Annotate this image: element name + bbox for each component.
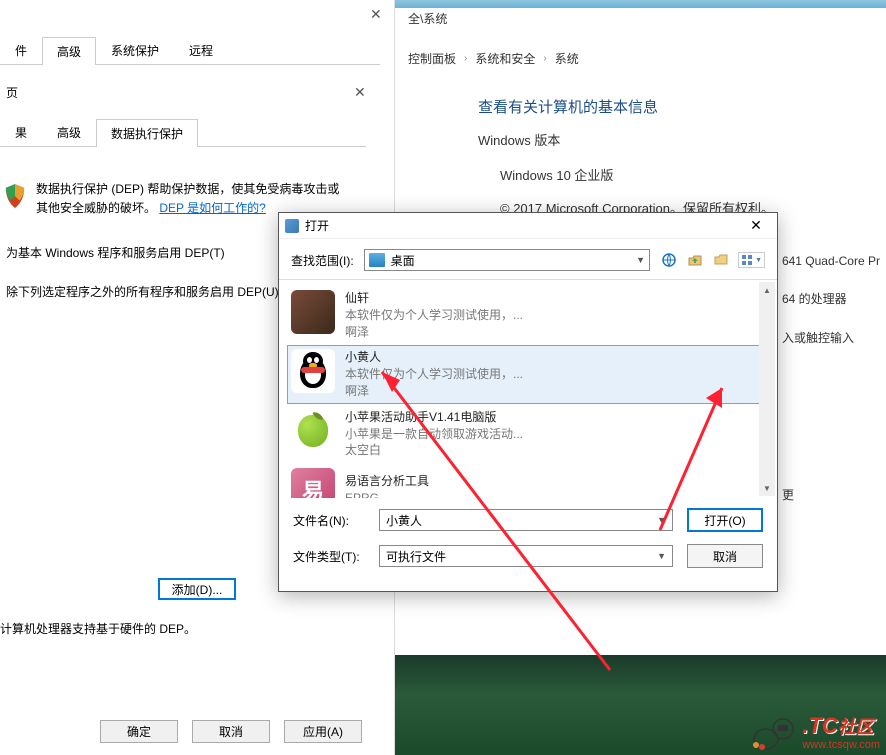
file-item[interactable]: 小苹果活动助手V1.41电脑版 小苹果是一款自动领取游戏活动... 太空白	[287, 405, 769, 463]
close-icon[interactable]: ✕	[354, 84, 366, 101]
system-info-title: 查看有关计算机的基本信息	[478, 96, 658, 117]
shield-icon	[4, 184, 26, 210]
chevron-right-icon: ›	[464, 53, 467, 64]
tab-protection[interactable]: 系统保护	[96, 36, 174, 64]
performance-tabs: 果 高级 数据执行保护	[0, 118, 366, 147]
breadcrumb[interactable]: 控制面板 › 系统和安全 › 系统	[408, 50, 579, 67]
spec-processor: 641 Quad-Core Pr	[782, 254, 880, 268]
yi-icon: 易	[291, 468, 335, 498]
chevron-down-icon: ▼	[657, 551, 666, 561]
chevron-down-icon: ▼	[657, 515, 666, 525]
dep-help-link[interactable]: DEP 是如何工作的?	[159, 201, 265, 215]
file-description: EPRG	[345, 490, 429, 498]
open-file-dialog: 打开 ✕ 查找范围(I): 桌面 ▼ ▼	[278, 212, 778, 592]
windows-version: Windows 10 企业版	[500, 165, 774, 184]
breadcrumb-item[interactable]: 控制面板	[408, 50, 456, 67]
scroll-down-icon[interactable]: ▼	[759, 480, 775, 496]
tab-advanced2[interactable]: 高级	[42, 118, 96, 146]
chevron-down-icon: ▼	[636, 255, 645, 265]
dep-radio-essential[interactable]: 为基本 Windows 程序和服务启用 DEP(T)	[0, 244, 225, 261]
new-folder-icon[interactable]	[712, 251, 730, 269]
dialog-title: 打开	[305, 217, 329, 234]
spec-arch: 64 的处理器	[782, 290, 880, 307]
spec-touch: 入或触控输入	[782, 329, 880, 346]
file-item[interactable]: 仙轩 本软件仅为个人学习测试使用，... 啊泽	[287, 286, 769, 344]
watermark: .TC社区 www.tcsqw.com	[748, 711, 880, 751]
apply-button[interactable]: 应用(A)	[284, 720, 362, 743]
file-list[interactable]: 仙轩 本软件仅为个人学习测试使用，... 啊泽 小黄人 本软件仅为个人学习测试使…	[279, 280, 777, 498]
close-icon[interactable]: ✕	[370, 6, 382, 23]
file-author: 太空白	[345, 442, 523, 459]
file-name: 小苹果活动助手V1.41电脑版	[345, 409, 523, 426]
open-button[interactable]: 打开(O)	[687, 508, 763, 532]
view-menu-icon[interactable]: ▼	[738, 252, 765, 268]
file-description: 本软件仅为个人学习测试使用，...	[345, 366, 523, 383]
chevron-down-icon: ▼	[755, 257, 762, 264]
add-button[interactable]: 添加(D)...	[158, 578, 236, 600]
tab-hardware[interactable]: 件	[0, 36, 42, 64]
dialog-titlebar[interactable]: 打开 ✕	[279, 213, 777, 239]
tab-advanced[interactable]: 高级	[42, 37, 96, 65]
qq-penguin-icon	[291, 349, 335, 393]
filetype-label: 文件类型(T):	[293, 548, 365, 565]
file-author: 啊泽	[345, 383, 523, 400]
breadcrumb-item[interactable]: 系统和安全	[475, 50, 535, 67]
dep-hardware-note: 计算机处理器支持基于硬件的 DEP。	[0, 620, 196, 637]
ok-button[interactable]: 确定	[100, 720, 178, 743]
file-name: 仙轩	[345, 290, 523, 307]
app-icon	[285, 219, 299, 233]
chevron-right-icon: ›	[543, 53, 546, 64]
watermark-mascot-icon	[748, 711, 798, 751]
scroll-up-icon[interactable]: ▲	[759, 282, 775, 298]
tab-dep[interactable]: 数据执行保护	[96, 119, 198, 147]
app-icon	[291, 290, 335, 334]
dep-radio-all-except[interactable]: 除下列选定程序之外的所有程序和服务启用 DEP(U)	[0, 283, 279, 300]
filename-input[interactable]: 小黄人 ▼	[379, 509, 673, 531]
lookin-combo[interactable]: 桌面 ▼	[364, 249, 650, 271]
file-description: 本软件仅为个人学习测试使用，...	[345, 307, 523, 324]
desktop-icon	[369, 253, 385, 267]
lookin-label: 查找范围(I):	[291, 252, 354, 269]
file-author: 啊泽	[345, 324, 523, 341]
system-properties-tabs: 件 高级 系统保护 远程	[0, 36, 380, 65]
performance-options-header: 页	[6, 84, 18, 101]
file-item[interactable]: 易 易语言分析工具 EPRG	[287, 464, 769, 498]
file-name: 易语言分析工具	[345, 473, 429, 490]
file-item[interactable]: 小黄人 本软件仅为个人学习测试使用，... 啊泽	[287, 345, 769, 403]
tab-remote[interactable]: 远程	[174, 36, 228, 64]
windows-version-header: Windows 版本	[478, 130, 774, 149]
control-panel-path: 全\系统	[408, 10, 447, 27]
close-icon[interactable]: ✕	[741, 217, 771, 234]
scrollbar[interactable]: ▲ ▼	[759, 282, 775, 496]
watermark-url: www.tcsqw.com	[802, 739, 880, 751]
filename-label: 文件名(N):	[293, 512, 365, 529]
filetype-combo[interactable]: 可执行文件 ▼	[379, 545, 673, 567]
cancel-button[interactable]: 取消	[687, 544, 763, 568]
up-one-level-icon[interactable]	[686, 251, 704, 269]
breadcrumb-item[interactable]: 系统	[555, 50, 579, 67]
tab-effects[interactable]: 果	[0, 118, 42, 146]
apple-icon	[291, 409, 335, 453]
file-name: 小黄人	[345, 349, 523, 366]
recent-icon[interactable]	[660, 251, 678, 269]
file-description: 小苹果是一款自动领取游戏活动...	[345, 426, 523, 443]
spec-more[interactable]: 更	[782, 486, 880, 503]
cancel-button[interactable]: 取消	[192, 720, 270, 743]
